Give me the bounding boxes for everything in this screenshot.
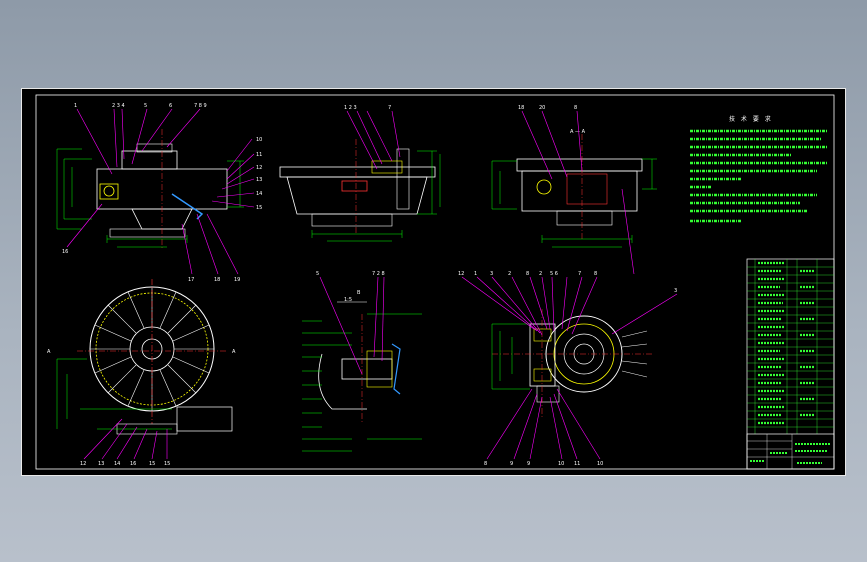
svg-text:15: 15 [256, 205, 262, 211]
svg-text:10: 10 [558, 461, 564, 467]
svg-text:8: 8 [574, 105, 577, 111]
svg-text:14: 14 [256, 191, 262, 197]
svg-text:7: 7 [578, 271, 581, 277]
svg-text:A: A [47, 349, 51, 355]
svg-text:14: 14 [114, 461, 120, 467]
svg-text:15: 15 [149, 461, 155, 467]
plan-view-circle: A A 12 13 14 16 15 15 [47, 279, 236, 467]
svg-text:7: 7 [388, 105, 391, 111]
svg-text:9: 9 [527, 461, 530, 467]
svg-text:2: 2 [539, 271, 542, 277]
section-label: A — A [570, 129, 586, 135]
drawing-sheet: 12 3 45 67 8 9 10 11 12 13 14 15 16 17 18 19 1 … [21, 88, 846, 476]
section-view-a: A — A 18 20 8 [491, 105, 657, 275]
svg-text:12: 12 [256, 165, 262, 171]
svg-text:2: 2 [508, 271, 511, 277]
front-view-middle: 1 2 3 7 [279, 105, 441, 242]
svg-text:5: 5 [316, 271, 319, 277]
svg-text:11: 11 [256, 152, 262, 158]
svg-text:20: 20 [539, 105, 545, 111]
svg-text:16: 16 [62, 249, 68, 255]
svg-text:10: 10 [597, 461, 603, 467]
svg-text:2 3 4: 2 3 4 [112, 103, 125, 109]
svg-text:1 2 3: 1 2 3 [344, 105, 357, 111]
svg-text:8: 8 [594, 271, 597, 277]
svg-text:6: 6 [169, 103, 172, 109]
svg-text:5: 5 [144, 103, 147, 109]
svg-text:11: 11 [574, 461, 580, 467]
svg-text:8: 8 [526, 271, 529, 277]
tech-title: 技 术 要 求 [729, 115, 773, 123]
svg-text:A: A [232, 349, 236, 355]
detail-label: B [357, 290, 361, 296]
parts-list-table [746, 258, 835, 470]
svg-text:16: 16 [130, 461, 136, 467]
svg-text:7 2 8: 7 2 8 [372, 271, 385, 277]
detail-view-b: B 1:5 57 2 8 [302, 271, 422, 452]
svg-text:10: 10 [256, 137, 262, 143]
svg-text:1: 1 [474, 271, 477, 277]
svg-text:5 6: 5 6 [550, 271, 558, 277]
side-view-right: 12 1 3 2 8 2 5 6 7 8 3 8 9 9 10 11 10 [458, 271, 677, 467]
svg-text:9: 9 [510, 461, 513, 467]
svg-text:17: 17 [188, 277, 194, 283]
svg-text:3: 3 [674, 288, 677, 294]
front-view-left: 1 2 3 4 5 6 7 8 9 10 11 12 13 14 15 16 17 18 19 [56, 103, 262, 283]
technical-requirements: 技 术 要 求 [690, 115, 828, 223]
svg-text:1: 1 [74, 103, 77, 109]
svg-text:12: 12 [458, 271, 464, 277]
svg-text:7 8 9: 7 8 9 [194, 103, 207, 109]
svg-text:18: 18 [518, 105, 524, 111]
cad-drawing: 12 3 45 67 8 9 101112 131415 1617 18 19 1 … [35, 94, 835, 470]
svg-text:8: 8 [484, 461, 487, 467]
svg-text:15: 15 [164, 461, 170, 467]
svg-text:13: 13 [256, 177, 262, 183]
svg-text:19: 19 [234, 277, 240, 283]
svg-text:12: 12 [80, 461, 86, 467]
svg-text:3: 3 [490, 271, 493, 277]
svg-text:18: 18 [214, 277, 220, 283]
svg-text:13: 13 [98, 461, 104, 467]
